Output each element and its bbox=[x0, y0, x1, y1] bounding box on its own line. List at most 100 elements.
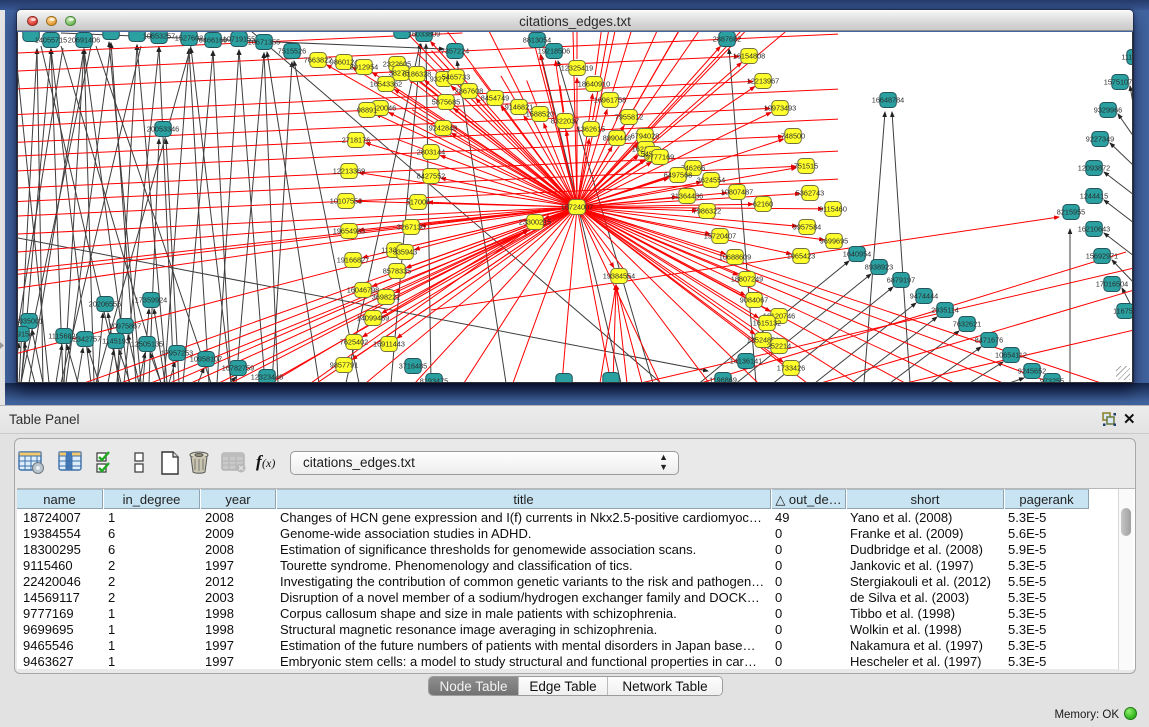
svg-text:15692971: 15692971 bbox=[1086, 252, 1118, 261]
svg-text:751515: 751515 bbox=[794, 162, 818, 171]
svg-text:23300215: 23300215 bbox=[519, 218, 551, 227]
svg-text:9245652: 9245652 bbox=[1018, 367, 1046, 376]
svg-text:18807249: 18807249 bbox=[731, 275, 763, 284]
svg-text:12093872: 12093872 bbox=[1078, 164, 1110, 173]
svg-text:2935114: 2935114 bbox=[931, 306, 959, 315]
svg-text:17957253: 17957253 bbox=[161, 349, 193, 358]
svg-text:16911443: 16911443 bbox=[373, 340, 405, 349]
svg-text:7955812: 7955812 bbox=[615, 113, 643, 122]
svg-text:10973493: 10973493 bbox=[764, 104, 796, 113]
svg-text:9084067: 9084067 bbox=[740, 296, 768, 305]
svg-text:98891: 98891 bbox=[357, 106, 377, 115]
svg-text:(x): (x) bbox=[262, 456, 275, 470]
svg-text:1615132: 1615132 bbox=[753, 319, 781, 328]
svg-text:19218506: 19218506 bbox=[538, 47, 570, 56]
svg-text:3716485: 3716485 bbox=[399, 362, 427, 371]
svg-text:20691406: 20691406 bbox=[68, 36, 100, 45]
svg-text:535943: 535943 bbox=[393, 248, 417, 257]
svg-text:14055715: 14055715 bbox=[35, 36, 67, 45]
svg-text:12342757: 12342757 bbox=[69, 335, 101, 344]
svg-text:3267130: 3267130 bbox=[397, 223, 425, 232]
svg-text:10807487: 10807487 bbox=[721, 188, 753, 197]
svg-text:17359924: 17359924 bbox=[135, 296, 167, 305]
svg-text:8186328: 8186328 bbox=[403, 70, 431, 79]
svg-text:20206556: 20206556 bbox=[89, 300, 121, 309]
svg-text:8427552: 8427552 bbox=[417, 172, 445, 181]
svg-text:3698222: 3698222 bbox=[372, 293, 400, 302]
svg-text:8938923: 8938923 bbox=[865, 263, 893, 272]
svg-text:9699695: 9699695 bbox=[820, 237, 848, 246]
svg-text:7625402: 7625402 bbox=[340, 338, 368, 347]
svg-text:62160: 62160 bbox=[753, 200, 773, 209]
svg-text:1196869: 1196869 bbox=[709, 376, 737, 383]
svg-text:2867608: 2867608 bbox=[455, 87, 483, 96]
svg-text:7515526: 7515526 bbox=[278, 47, 306, 56]
svg-text:8471676: 8471676 bbox=[975, 336, 1003, 345]
svg-text:2803144: 2803144 bbox=[417, 148, 445, 157]
svg-text:16961758: 16961758 bbox=[594, 96, 626, 105]
svg-text:6497568: 6497568 bbox=[664, 171, 692, 180]
svg-text:1640954: 1640954 bbox=[843, 250, 871, 259]
svg-text:15720407: 15720407 bbox=[704, 232, 736, 241]
svg-text:9777169: 9777169 bbox=[646, 153, 674, 162]
svg-text:8578335: 8578335 bbox=[383, 267, 411, 276]
svg-text:252214: 252214 bbox=[767, 342, 791, 351]
svg-text:8193475: 8193475 bbox=[420, 377, 448, 383]
svg-text:1244415: 1244415 bbox=[1080, 192, 1108, 201]
svg-text:16154808: 16154808 bbox=[733, 52, 765, 61]
svg-text:17016504: 17016504 bbox=[1096, 280, 1128, 289]
svg-text:12323448: 12323448 bbox=[251, 373, 283, 382]
svg-text:12213967: 12213967 bbox=[747, 77, 779, 86]
svg-text:2887682: 2887682 bbox=[713, 35, 741, 44]
svg-text:10958107: 10958107 bbox=[190, 355, 222, 364]
svg-text:9474444: 9474444 bbox=[910, 292, 938, 301]
svg-text:10671355: 10671355 bbox=[248, 38, 280, 47]
svg-text:19654983: 19654983 bbox=[333, 227, 365, 236]
svg-text:9857791: 9857791 bbox=[330, 361, 358, 370]
svg-text:18724007: 18724007 bbox=[561, 203, 593, 212]
svg-text:21364436: 21364436 bbox=[671, 192, 703, 201]
svg-text:2718176: 2718176 bbox=[342, 136, 370, 145]
svg-text:19166827: 19166827 bbox=[337, 256, 369, 265]
svg-text:7632621: 7632621 bbox=[953, 320, 981, 329]
svg-text:10975867: 10975867 bbox=[109, 322, 141, 331]
svg-text:12325419: 12325419 bbox=[561, 64, 593, 73]
svg-text:8813054: 8813054 bbox=[523, 36, 551, 45]
svg-text:18640910: 18640910 bbox=[578, 80, 610, 89]
svg-text:7663822: 7663822 bbox=[304, 56, 332, 65]
svg-text:8990448: 8990448 bbox=[603, 134, 631, 143]
svg-text:973255: 973255 bbox=[1040, 377, 1064, 383]
svg-text:6879197: 6879197 bbox=[887, 276, 915, 285]
svg-text:7357224: 7357224 bbox=[441, 47, 469, 56]
svg-text:5465733: 5465733 bbox=[442, 73, 470, 82]
svg-text:12505135: 12505135 bbox=[131, 340, 163, 349]
svg-text:9957584: 9957584 bbox=[793, 223, 821, 232]
svg-text:20053346: 20053346 bbox=[147, 125, 179, 134]
svg-text:6794028: 6794028 bbox=[631, 132, 659, 141]
svg-text:1117898: 1117898 bbox=[1121, 53, 1133, 62]
svg-text:8322037: 8322037 bbox=[551, 117, 579, 126]
svg-text:16782759: 16782759 bbox=[222, 364, 254, 373]
svg-text:748500: 748500 bbox=[781, 132, 805, 141]
svg-text:15751074: 15751074 bbox=[1104, 78, 1133, 87]
svg-text:14136141: 14136141 bbox=[730, 357, 762, 366]
svg-text:8912954: 8912954 bbox=[350, 63, 378, 72]
svg-text:12213369: 12213369 bbox=[333, 167, 365, 176]
svg-text:116753: 116753 bbox=[1113, 307, 1133, 316]
svg-text:9115460: 9115460 bbox=[819, 205, 847, 214]
svg-text:9329966: 9329966 bbox=[1094, 106, 1122, 115]
svg-text:8454749: 8454749 bbox=[481, 94, 509, 103]
svg-text:517006: 517006 bbox=[406, 198, 430, 207]
svg-text:939154: 939154 bbox=[18, 330, 33, 339]
svg-text:7986322: 7986322 bbox=[693, 207, 721, 216]
svg-text:1362615: 1362615 bbox=[577, 125, 605, 134]
svg-text:16543362: 16543362 bbox=[370, 80, 402, 89]
svg-text:5875685: 5875685 bbox=[432, 98, 460, 107]
svg-text:8215955: 8215955 bbox=[1057, 208, 1085, 217]
svg-text:10654112: 10654112 bbox=[995, 351, 1027, 360]
svg-text:1733426: 1733426 bbox=[777, 364, 805, 373]
svg-text:10107553: 10107553 bbox=[330, 197, 362, 206]
svg-text:10853257: 10853257 bbox=[143, 32, 175, 41]
svg-text:9227349: 9227349 bbox=[1086, 135, 1114, 144]
svg-text:16648784: 16648784 bbox=[872, 96, 904, 105]
